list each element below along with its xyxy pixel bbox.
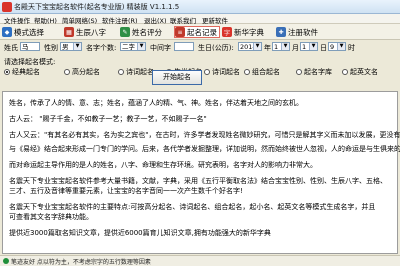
status-bar: 笔迹友好 点以符为主，不考虑宗字的五行数理等因素 xyxy=(0,255,400,266)
parameters-row: 姓氏 马 性别 男 ▼ 名字个数: 二字 ▼ 中间字 生日(公历): 2014 ▼ 年… xyxy=(0,41,400,53)
surname-input[interactable]: 马 xyxy=(20,42,40,51)
mode-option-label: 经典起名 xyxy=(12,68,40,76)
mode-option-combination[interactable]: 组合起名 xyxy=(244,67,280,77)
day-value: 1 xyxy=(302,43,307,51)
status-icon xyxy=(3,258,9,264)
gender-select[interactable]: 男 ▼ xyxy=(60,42,82,51)
mode-row: 请选择起名模式: 经典起名 高分起名 诗词起名 生肖起名 诗词起名 组合起名 起… xyxy=(0,55,400,76)
mode-option-label: 起英文名 xyxy=(350,68,378,76)
gender-label: 性别 xyxy=(44,44,58,52)
info-paragraph: 提供近3000篇取名知识文章，提供近6000篇育儿知识文章,拥有功能强大的新华字… xyxy=(9,229,271,237)
app-icon xyxy=(2,2,12,12)
radio-icon xyxy=(64,69,70,75)
register-icon: ✚ xyxy=(276,27,286,37)
hour-unit: 时 xyxy=(348,44,355,52)
mode-select-icon: ◆ xyxy=(2,27,12,37)
start-naming-button[interactable]: 开始起名 xyxy=(152,70,202,85)
mode-option-poetry[interactable]: 诗词起名 xyxy=(118,67,154,77)
mode-select-button[interactable]: ◆ 模式选择 xyxy=(2,26,44,38)
month-value: 1 xyxy=(274,43,279,51)
hour-select[interactable]: 9 ▼ xyxy=(328,42,346,51)
score-icon: ✎ xyxy=(120,27,130,37)
radio-selected-icon xyxy=(4,69,10,75)
name-score-button[interactable]: ✎ 姓名评分 xyxy=(120,26,162,38)
name-length-label: 名字个数: xyxy=(86,44,117,52)
radio-icon xyxy=(118,69,124,75)
name-length-value: 二字 xyxy=(122,43,135,51)
hour-value: 9 xyxy=(330,43,335,51)
info-paragraph: 名震天下专业宝宝起名软件的主要特点:可按高分起名、诗词起名、组合起名，起小名、起… xyxy=(9,203,376,211)
mode-option-label: 组合起名 xyxy=(252,68,280,76)
info-paragraph: 姓名，传承了人的情、意、志；姓名，蕴涵了人的精、气、神。姓名，伴达着天地之间的玄… xyxy=(9,99,303,107)
month-select[interactable]: 1 ▼ xyxy=(272,42,290,51)
mode-option-poetry-2[interactable]: 诗词起名 xyxy=(204,67,240,77)
mode-option-classic[interactable]: 经典起名 xyxy=(4,67,40,77)
register-button[interactable]: ✚ 注册软件 xyxy=(276,26,318,38)
mode-option-english-name[interactable]: 起英文名 xyxy=(342,67,378,77)
dictionary-label: 新华字典 xyxy=(234,27,264,37)
mode-option-char-library[interactable]: 起名字库 xyxy=(296,67,332,77)
toolbar: ◆ 模式选择 ▦ 生辰八字 ✎ 姓名评分 ≡ 起名记录 字 新华字典 ✚ 注册软… xyxy=(0,24,400,40)
gender-value: 男 xyxy=(62,43,69,51)
radio-icon xyxy=(342,69,348,75)
birth-chart-button[interactable]: ▦ 生辰八字 xyxy=(64,26,106,38)
birth-chart-label: 生辰八字 xyxy=(76,27,106,37)
chevron-down-icon: ▼ xyxy=(309,43,317,50)
title-bar: 名殿天下宝宝起名软件(起名专业版) 精装版 V1.1.1.5 xyxy=(0,0,400,14)
mode-select-label: 模式选择 xyxy=(14,27,44,37)
info-paragraph: 古人云： "赐子千金，不如教子一艺；教子一艺，不如赐子一名" xyxy=(9,115,207,123)
register-label: 注册软件 xyxy=(288,27,318,37)
name-record-button[interactable]: ≡ 起名记录 xyxy=(174,26,220,38)
chevron-down-icon: ▼ xyxy=(253,43,261,50)
window-title: 名殿天下宝宝起名软件(起名专业版) 精装版 V1.1.1.5 xyxy=(14,3,180,11)
status-text: 笔迹友好 点以符为主，不考虑宗字的五行数理等因素 xyxy=(11,259,151,266)
birthday-label: 生日(公历): xyxy=(198,44,234,52)
radio-icon xyxy=(204,69,210,75)
dictionary-button[interactable]: 字 新华字典 xyxy=(222,26,264,38)
dictionary-icon: 字 xyxy=(222,27,232,37)
chevron-down-icon: ▼ xyxy=(73,43,81,50)
name-score-label: 姓名评分 xyxy=(132,27,162,37)
chevron-down-icon: ▼ xyxy=(337,43,345,50)
radio-icon xyxy=(244,69,250,75)
chevron-down-icon: ▼ xyxy=(137,43,145,50)
mode-option-label: 高分起名 xyxy=(72,68,100,76)
month-unit: 月 xyxy=(292,44,299,52)
menu-bar: 文件操作 帮助(H) 简单网络(S) 软件注册(R) 退出(X) 联系我们 更新… xyxy=(0,14,400,25)
chevron-down-icon: ▼ xyxy=(281,43,289,50)
info-paragraph: 可查看其文名字辞典功能。 xyxy=(9,213,93,221)
surname-label: 姓氏 xyxy=(4,44,18,52)
day-select[interactable]: 1 ▼ xyxy=(300,42,318,51)
calendar-icon: ▦ xyxy=(64,27,74,37)
year-select[interactable]: 2014 ▼ xyxy=(238,42,262,51)
year-unit: 年 xyxy=(264,44,271,52)
mode-label: 请选择起名模式: xyxy=(4,58,56,66)
name-length-select[interactable]: 二字 ▼ xyxy=(120,42,146,51)
middle-char-label: 中间字 xyxy=(150,44,171,52)
middle-char-input[interactable] xyxy=(174,42,194,51)
name-record-label: 起名记录 xyxy=(187,27,217,37)
mode-option-label: 诗词起名 xyxy=(212,68,240,76)
info-text-panel[interactable]: 姓名，传承了人的情、意、志；姓名，蕴涵了人的精、气、神。姓名，伴达着天地之间的玄… xyxy=(2,91,400,254)
mode-option-label: 诗词起名 xyxy=(126,68,154,76)
record-icon: ≡ xyxy=(175,27,185,37)
info-paragraph: 名震天下专业宝宝起名软件参考大量书籍，文献，字典，采用《五行平衡取名法》结合宝宝… xyxy=(9,177,387,185)
mode-option-label: 起名字库 xyxy=(304,68,332,76)
info-paragraph: 与《易经》结合起来形成一门专门的学问。后来，各代学者发掘整理，详加说明，然而始终… xyxy=(9,145,400,153)
radio-icon xyxy=(296,69,302,75)
mode-option-high-score[interactable]: 高分起名 xyxy=(64,67,100,77)
info-paragraph: 而对命运起主导作用的是人的姓名，八字、命理和生存环境。研究表明，名字对人的影响力… xyxy=(9,161,317,169)
info-paragraph: 三才、五行及音律等重要元素，让宝宝的名字音同一一次产生数千个好名字! xyxy=(9,187,243,195)
info-paragraph: 古人又云："有其名必有其实，名为实之宾也"，在古时，许多学者发现姓名微妙研究，可… xyxy=(9,131,400,139)
day-unit: 日 xyxy=(320,44,327,52)
